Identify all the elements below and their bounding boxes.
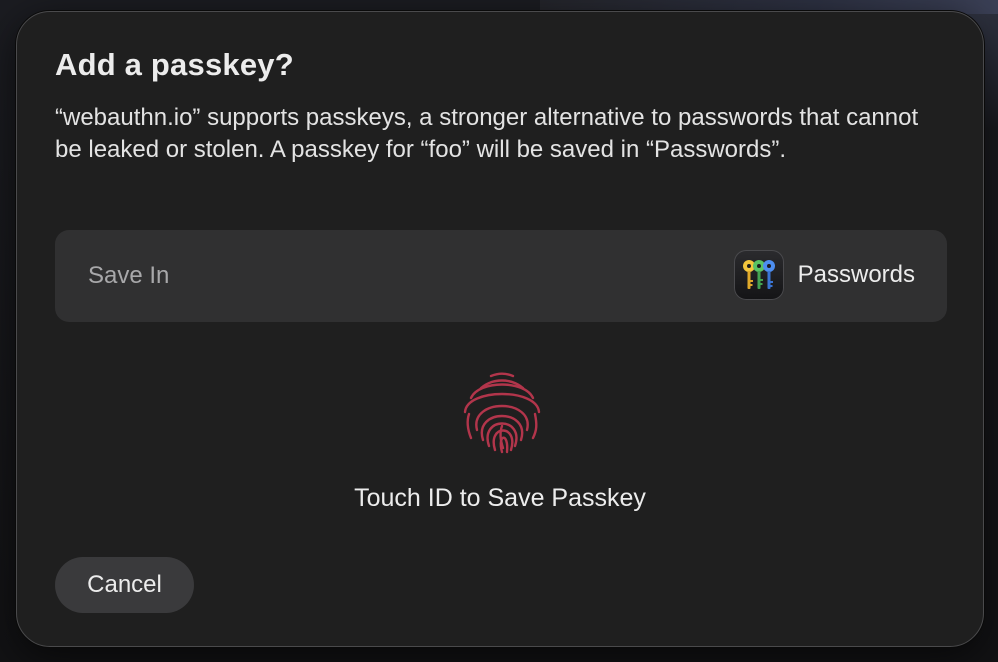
save-in-row[interactable]: Save In Passwords: [55, 230, 947, 322]
save-in-selection[interactable]: Passwords: [733, 250, 915, 300]
passwords-keys-icon: [733, 250, 784, 300]
fingerprint-icon[interactable]: [457, 368, 547, 458]
save-in-label: Save In: [88, 262, 170, 289]
passkey-dialog: Add a passkey? “webauthn.io” supports pa…: [16, 11, 984, 647]
dialog-title: Add a passkey?: [55, 47, 294, 82]
dialog-description: “webauthn.io” supports passkeys, a stron…: [55, 104, 919, 163]
cancel-button[interactable]: Cancel: [55, 557, 194, 613]
save-in-app-name: Passwords: [797, 261, 915, 288]
touch-id-prompt: Touch ID to Save Passkey: [354, 484, 646, 512]
